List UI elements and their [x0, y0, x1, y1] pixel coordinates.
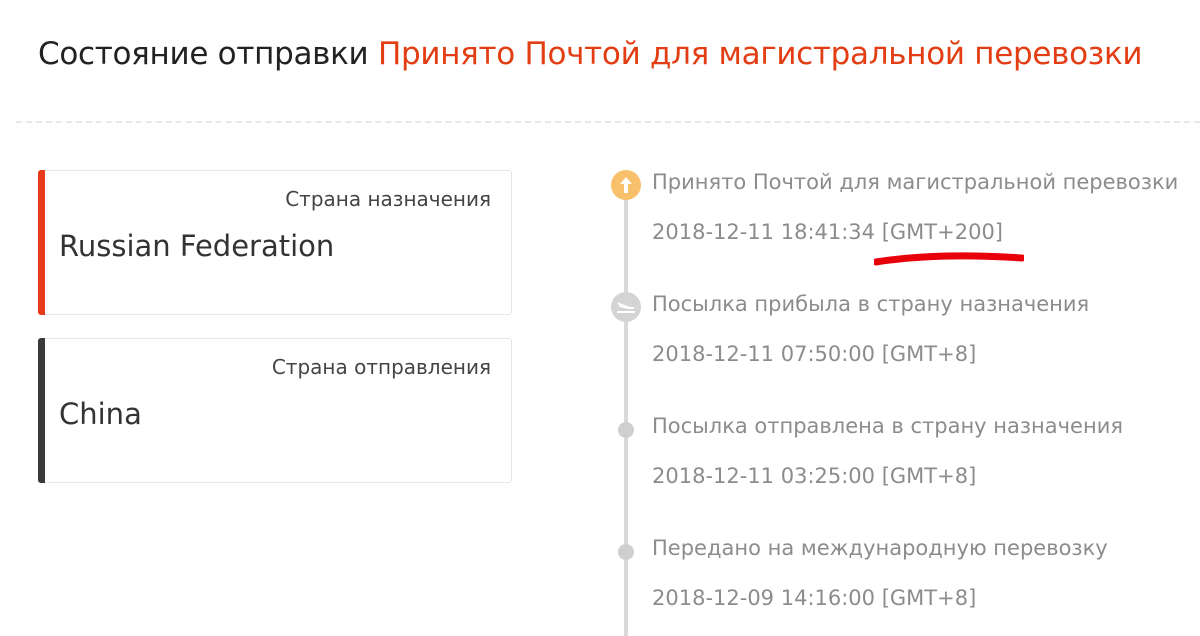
tracking-timeline: Принято Почтой для магистральной перевоз…: [600, 160, 1200, 636]
upload-arrow-icon: [611, 170, 641, 200]
origin-country-card: Страна отправления China: [38, 338, 512, 483]
event-timestamp: 2018-12-11 03:25:00 [GMT+8]: [652, 464, 977, 488]
event-timestamp: 2018-12-11 07:50:00 [GMT+8]: [652, 342, 977, 366]
shipment-status-heading: Состояние отправки Принято Почтой для ма…: [38, 28, 1143, 80]
dashed-divider: [16, 121, 1200, 123]
destination-country-card: Страна назначения Russian Federation: [38, 170, 512, 315]
event-description: Посылка прибыла в страну назначения: [652, 292, 1090, 316]
timeline-line: [624, 186, 628, 636]
plane-landing-icon: [611, 292, 641, 322]
red-underline-mark: [874, 252, 1024, 266]
status-label: Состояние отправки: [38, 36, 369, 72]
destination-country-label: Страна назначения: [285, 187, 491, 211]
origin-accent-bar: [38, 338, 45, 483]
destination-accent-bar: [38, 170, 45, 315]
status-value: Принято Почтой для магистральной перевоз…: [377, 36, 1143, 72]
destination-country-value: Russian Federation: [59, 229, 335, 263]
event-description: Принято Почтой для магистральной перевоз…: [652, 170, 1179, 194]
timeline-dot-icon: [618, 544, 634, 560]
timeline-dot-icon: [618, 422, 634, 438]
event-timestamp: 2018-12-11 18:41:34 [GMT+200]: [652, 220, 1003, 244]
origin-country-value: China: [59, 397, 142, 431]
event-description: Посылка отправлена в страну назначения: [652, 414, 1123, 438]
origin-country-label: Страна отправления: [271, 355, 491, 379]
event-timestamp: 2018-12-09 14:16:00 [GMT+8]: [652, 586, 977, 610]
event-description: Передано на международную перевозку: [652, 536, 1108, 560]
